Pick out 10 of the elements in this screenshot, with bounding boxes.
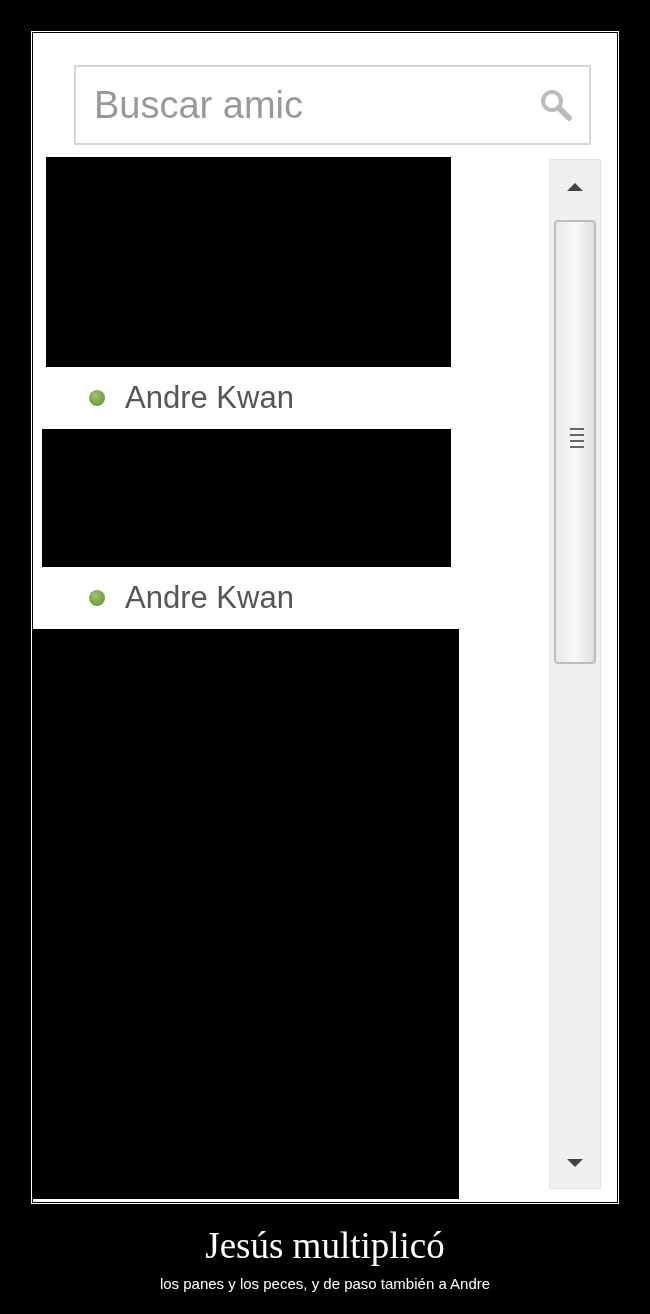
poster-subtitle: los panes y los peces, y de paso también a Andre [159, 1275, 491, 1292]
search-field[interactable]: Buscar amic [74, 65, 591, 145]
scroll-up-icon[interactable] [566, 182, 584, 192]
scroll-down-icon[interactable] [566, 1158, 584, 1168]
scroll-thumb[interactable] [554, 220, 596, 664]
scrollbar[interactable] [549, 159, 601, 1189]
contact-name[interactable]: Andre Kwan [125, 380, 294, 416]
search-icon [539, 88, 573, 122]
poster-title: Jesús multiplicó [205, 1224, 445, 1267]
contact-name[interactable]: Andre Kwan [125, 580, 294, 616]
